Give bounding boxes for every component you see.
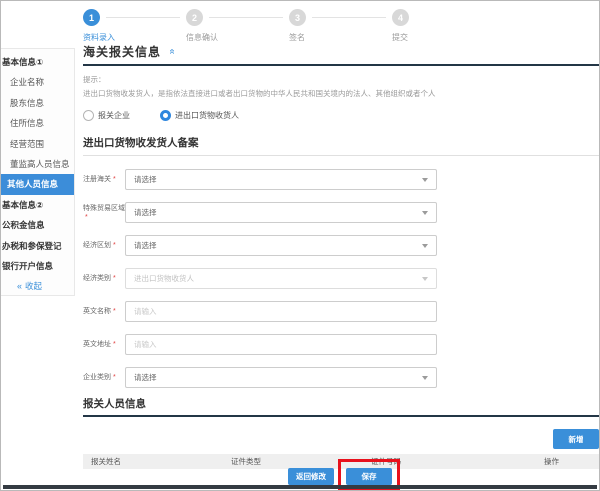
radio-import-export-consignee-selected[interactable]	[160, 110, 171, 121]
chevron-down-icon	[422, 277, 428, 281]
form-row-english-address: 英文地址*	[83, 328, 599, 361]
column-actions: 操作	[536, 456, 599, 467]
step-1-label: 资料录入	[83, 32, 186, 43]
form-row-enterprise-category: 企业类别* 请选择	[83, 361, 599, 394]
declarant-staff-section-title: 报关人员信息	[83, 396, 599, 415]
required-asterisk: *	[113, 308, 116, 315]
sidebar-item-shareholder-info[interactable]: 股东信息	[1, 93, 74, 113]
notice-text: 进出口货物收发货人，是指依法直接进口或者出口货物的中华人民共和国关境内的法人、其…	[83, 88, 599, 99]
chevron-down-icon	[422, 376, 428, 380]
bottom-dark-bar	[3, 485, 597, 489]
customs-registration-page: 1 资料录入 2 信息确认 3 签名 4 提交 基本信息① 企业名称 股东信息 …	[0, 0, 600, 491]
step-connector	[209, 17, 283, 18]
consignee-filing-section-title: 进出口货物收发货人备案	[83, 135, 599, 156]
title-divider	[83, 64, 599, 66]
sidebar-item-other-personnel-selected[interactable]: 其他人员信息	[1, 174, 74, 194]
english-address-input[interactable]	[125, 334, 437, 355]
add-staff-button[interactable]: 新增	[553, 429, 599, 449]
collapse-label: 收起	[25, 281, 42, 291]
sidebar-item-company-name[interactable]: 企业名称	[1, 72, 74, 92]
column-id-type: 证件类型	[223, 456, 363, 467]
sidebar-item-address-info[interactable]: 住所信息	[1, 113, 74, 133]
field-label: 特殊贸易区域*	[83, 204, 125, 222]
column-id-number: 证件号码	[363, 456, 536, 467]
sidebar-nav: 基本信息① 企业名称 股东信息 住所信息 经营范围 董监高人员信息 其他人员信息…	[1, 48, 75, 296]
registered-customs-select[interactable]: 请选择	[125, 169, 437, 190]
step-4-circle: 4	[392, 9, 409, 26]
required-asterisk: *	[113, 242, 116, 249]
section-collapse-icon[interactable]	[166, 48, 177, 54]
step-4-submit[interactable]: 4 提交	[392, 9, 495, 43]
step-connector	[106, 17, 180, 18]
wizard-stepper: 1 资料录入 2 信息确认 3 签名 4 提交	[83, 9, 495, 43]
sidebar-collapse-button[interactable]: 收起	[1, 276, 74, 296]
form-row-registered-customs: 注册海关* 请选择	[83, 163, 599, 196]
step-3-circle: 3	[289, 9, 306, 26]
sidebar-item-basic-info-2[interactable]: 基本信息②	[1, 195, 74, 215]
field-label: 经济类别*	[83, 274, 125, 283]
sidebar-item-housing-fund[interactable]: 公积金信息	[1, 215, 74, 235]
sidebar-item-bank-account[interactable]: 银行开户信息	[1, 256, 74, 276]
chevron-down-icon	[422, 178, 428, 182]
chevron-down-icon	[422, 211, 428, 215]
english-name-input[interactable]	[125, 301, 437, 322]
field-label: 注册海关*	[83, 175, 125, 184]
form-row-english-name: 英文名称*	[83, 295, 599, 328]
staff-table-header: 报关姓名 证件类型 证件号码 操作	[83, 454, 599, 469]
step-2-label: 信息确认	[186, 32, 289, 43]
select-value: 请选择	[134, 174, 157, 185]
select-value: 请选择	[134, 372, 157, 383]
radio-import-export-consignee-label[interactable]: 进出口货物收货人	[175, 110, 239, 121]
required-asterisk: *	[113, 275, 116, 282]
staff-section-divider	[83, 415, 599, 417]
field-label: 企业类别*	[83, 373, 125, 382]
step-2-circle: 2	[186, 9, 203, 26]
main-content: 海关报关信息 提示： 进出口货物收发货人，是指依法直接进口或者出口货物的中华人民…	[83, 43, 599, 469]
special-trade-zone-select[interactable]: 请选择	[125, 202, 437, 223]
sidebar-item-tax-social-insurance[interactable]: 办税和参保登记	[1, 236, 74, 256]
step-1-data-entry[interactable]: 1 资料录入	[83, 9, 186, 43]
notice-block: 提示： 进出口货物收发货人，是指依法直接进口或者出口货物的中华人民共和国关境内的…	[83, 74, 599, 99]
select-value: 请选择	[134, 207, 157, 218]
consignee-filing-form: 注册海关* 请选择 特殊贸易区域* 请选择 经济区划* 请选择	[83, 163, 599, 394]
chevron-left-icon	[17, 281, 25, 291]
step-1-circle: 1	[83, 9, 100, 26]
notice-label: 提示：	[83, 74, 599, 85]
required-asterisk: *	[113, 176, 116, 183]
step-connector	[312, 17, 386, 18]
field-label: 英文地址*	[83, 340, 125, 349]
form-row-special-trade-zone: 特殊贸易区域* 请选择	[83, 196, 599, 229]
select-value: 请选择	[134, 240, 157, 251]
radio-customs-enterprise[interactable]	[83, 110, 94, 121]
required-asterisk: *	[85, 214, 88, 221]
economic-zone-select[interactable]: 请选择	[125, 235, 437, 256]
step-3-sign[interactable]: 3 签名	[289, 9, 392, 43]
sidebar-item-basic-info-1[interactable]: 基本信息①	[1, 52, 74, 72]
declaration-type-radio-group: 报关企业 进出口货物收货人	[83, 109, 599, 121]
radio-customs-enterprise-label[interactable]: 报关企业	[98, 110, 130, 121]
back-modify-button[interactable]: 返回修改	[288, 468, 334, 485]
sidebar-item-business-scope[interactable]: 经营范围	[1, 134, 74, 154]
economic-category-select-disabled: 进出口货物收货人	[125, 268, 437, 289]
column-declarant-name: 报关姓名	[83, 456, 223, 467]
page-title: 海关报关信息	[83, 43, 161, 60]
required-asterisk: *	[113, 341, 116, 348]
select-value: 进出口货物收货人	[134, 273, 194, 284]
required-asterisk: *	[113, 374, 116, 381]
enterprise-category-select[interactable]: 请选择	[125, 367, 437, 388]
step-4-label: 提交	[392, 32, 495, 43]
field-label: 经济区划*	[83, 241, 125, 250]
field-label: 英文名称*	[83, 307, 125, 316]
step-2-confirm[interactable]: 2 信息确认	[186, 9, 289, 43]
step-3-label: 签名	[289, 32, 392, 43]
form-row-economic-zone: 经济区划* 请选择	[83, 229, 599, 262]
save-button[interactable]: 保存	[346, 468, 392, 485]
chevron-down-icon	[422, 244, 428, 248]
sidebar-item-executives-info[interactable]: 董监高人员信息	[1, 154, 74, 174]
form-row-economic-category: 经济类别* 进出口货物收货人	[83, 262, 599, 295]
